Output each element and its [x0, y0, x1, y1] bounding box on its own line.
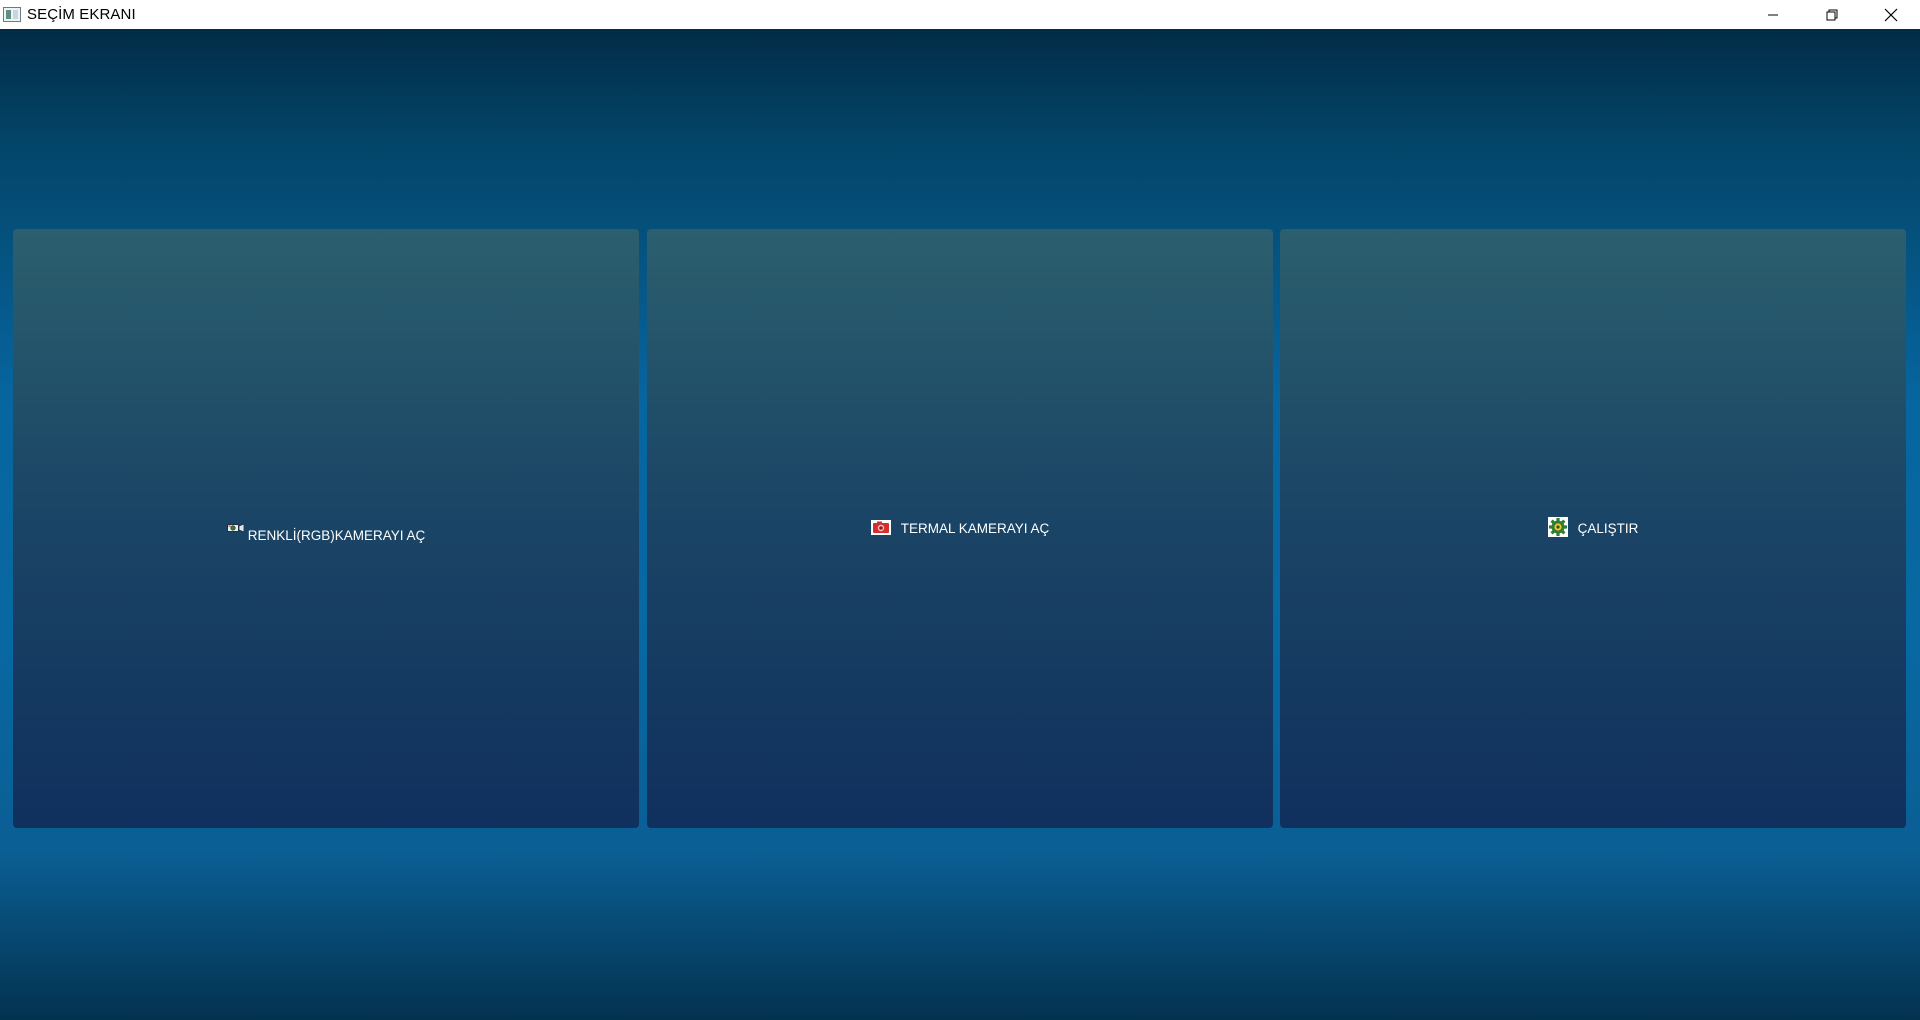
thermal-camera-button[interactable]: TERMAL KAMERAYI AÇ — [647, 229, 1273, 828]
window-title: SEÇİM EKRANI — [27, 6, 136, 23]
run-label: ÇALIŞTIR — [1577, 521, 1639, 536]
minimize-button[interactable] — [1743, 0, 1802, 29]
rgb-camera-button[interactable]: RENKLİ(RGB)KAMERAYI AÇ — [13, 229, 639, 828]
thermal-camera-button-content: TERMAL KAMERAYI AÇ — [870, 519, 1050, 538]
run-button[interactable]: ÇALIŞTIR — [1280, 229, 1906, 828]
app-window-icon — [3, 7, 21, 22]
rgb-camera-label: RENKLİ(RGB)KAMERAYI AÇ — [247, 528, 426, 543]
title-bar[interactable]: SEÇİM EKRANI — [0, 0, 1920, 29]
window-controls — [1743, 0, 1920, 29]
close-button[interactable] — [1861, 0, 1920, 29]
rgb-camera-icon — [226, 521, 245, 536]
thermal-camera-label: TERMAL KAMERAYI AÇ — [900, 521, 1050, 536]
minimize-icon — [1767, 9, 1779, 21]
main-content: RENKLİ(RGB)KAMERAYI AÇ TERMAL KAMERAYI A… — [0, 29, 1920, 1020]
restore-button[interactable] — [1802, 0, 1861, 29]
gear-icon — [1547, 517, 1568, 540]
restore-icon — [1826, 9, 1838, 21]
rgb-camera-button-content: RENKLİ(RGB)KAMERAYI AÇ — [226, 523, 426, 543]
close-icon — [1884, 8, 1898, 22]
run-button-content: ÇALIŞTIR — [1547, 517, 1639, 540]
selection-window: SEÇİM EKRANI RENKLİ(RGB)KAMERAYI AÇ TERM… — [0, 0, 1920, 1020]
thermal-camera-icon — [870, 519, 891, 538]
